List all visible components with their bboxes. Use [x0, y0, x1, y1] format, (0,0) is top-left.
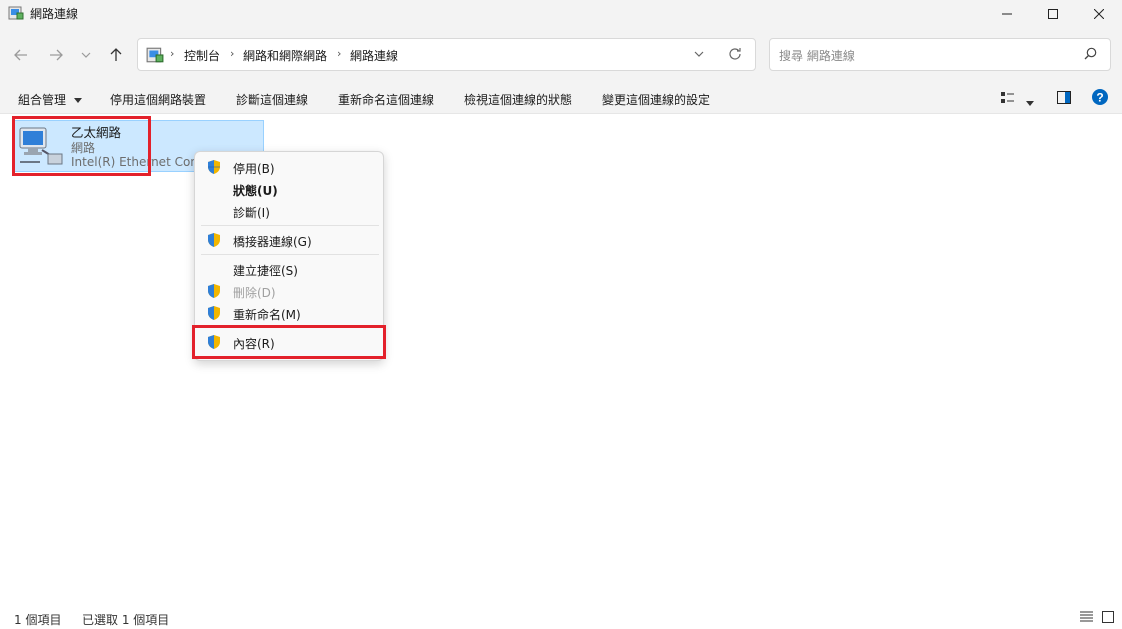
- search-placeholder: 搜尋 網路連線: [779, 49, 855, 63]
- uac-shield-icon: [208, 233, 220, 247]
- view-dropdown-button[interactable]: [1026, 95, 1034, 109]
- details-view-icon: [1080, 611, 1093, 622]
- large-icons-view-button[interactable]: [1102, 611, 1114, 626]
- chevron-down-icon: [81, 52, 91, 58]
- refresh-button[interactable]: [728, 47, 742, 65]
- arrow-left-icon: [14, 49, 27, 61]
- minimize-icon: [1002, 13, 1012, 15]
- explorer-window: 網路連線 › 控制台 › 網路和網際網路 › 網路連線 搜尋 網路連線 組合管理…: [0, 0, 1122, 629]
- view-options-icon: [1001, 92, 1014, 103]
- arrow-up-icon: [110, 48, 122, 61]
- network-connections-icon: [146, 47, 164, 63]
- menu-item-label: 重新命名(M): [233, 308, 301, 322]
- breadcrumb-control-panel[interactable]: 控制台: [184, 47, 220, 64]
- forward-button[interactable]: [44, 43, 68, 67]
- status-bar: 1 個項目 已選取 1 個項目: [0, 607, 1122, 629]
- up-button[interactable]: [104, 43, 128, 67]
- menu-item-label: 建立捷徑(S): [233, 264, 298, 278]
- title-bar: 網路連線: [0, 0, 1122, 28]
- maximize-button[interactable]: [1030, 0, 1076, 28]
- organize-label: 組合管理: [18, 93, 67, 107]
- caret-down-icon: [1026, 101, 1034, 106]
- details-view-button[interactable]: [1080, 611, 1093, 625]
- breadcrumb-network-connections[interactable]: 網路連線: [350, 47, 398, 64]
- breadcrumb-network-internet[interactable]: 網路和網際網路: [243, 47, 327, 64]
- command-bar: 組合管理 停用這個網路裝置 診斷這個連線 重新命名這個連線 檢視這個連線的狀態 …: [0, 82, 1122, 114]
- menu-separator: [201, 225, 379, 226]
- menu-item-label: 診斷(I): [233, 206, 270, 220]
- change-settings-button[interactable]: 變更這個連線的設定: [602, 91, 710, 108]
- preview-pane-icon: [1057, 91, 1071, 104]
- refresh-icon: [729, 48, 741, 60]
- preview-pane-button[interactable]: [1057, 91, 1071, 107]
- diagnose-button[interactable]: 診斷這個連線: [236, 91, 308, 108]
- uac-shield-icon: [208, 306, 220, 320]
- address-bar[interactable]: › 控制台 › 網路和網際網路 › 網路連線: [137, 38, 756, 71]
- menu-item-status[interactable]: 狀態(U): [195, 178, 383, 200]
- highlight-box-item: [12, 116, 151, 176]
- menu-item-diagnose[interactable]: 診斷(I): [195, 200, 383, 222]
- view-status-button[interactable]: 檢視這個連線的狀態: [464, 91, 572, 108]
- arrow-right-icon: [50, 49, 63, 61]
- help-icon: ?: [1092, 89, 1108, 105]
- menu-item-disable[interactable]: 停用(B): [195, 156, 383, 178]
- navigation-bar: › 控制台 › 網路和網際網路 › 網路連線 搜尋 網路連線: [0, 28, 1122, 82]
- rename-button[interactable]: 重新命名這個連線: [338, 91, 434, 108]
- search-box[interactable]: 搜尋 網路連線: [769, 38, 1111, 71]
- window-title: 網路連線: [30, 7, 79, 21]
- menu-item-rename[interactable]: 重新命名(M): [195, 302, 383, 324]
- uac-shield-icon: [208, 160, 220, 174]
- minimize-button[interactable]: [984, 0, 1030, 28]
- chevron-right-icon: ›: [230, 47, 235, 60]
- back-button[interactable]: [9, 43, 33, 67]
- menu-item-label: 狀態(U): [233, 184, 278, 198]
- menu-item-label: 橋接器連線(G): [233, 235, 312, 249]
- item-count: 1 個項目: [14, 613, 62, 627]
- close-button[interactable]: [1076, 0, 1122, 28]
- svg-text:?: ?: [1096, 91, 1103, 105]
- selected-count: 已選取 1 個項目: [82, 613, 170, 627]
- disable-device-button[interactable]: 停用這個網路裝置: [110, 91, 206, 108]
- close-icon: [1094, 9, 1104, 19]
- caret-down-icon: [73, 98, 82, 103]
- recent-locations-button[interactable]: [74, 43, 98, 67]
- menu-separator: [201, 254, 379, 255]
- network-connections-icon: [8, 6, 24, 20]
- highlight-box-properties: [192, 325, 386, 359]
- help-button[interactable]: ?: [1092, 89, 1108, 108]
- menu-item-delete[interactable]: 刪除(D): [195, 280, 383, 302]
- menu-item-label: 刪除(D): [233, 286, 276, 300]
- menu-item-label: 停用(B): [233, 162, 275, 176]
- chevron-right-icon: ›: [337, 47, 342, 60]
- menu-item-create-shortcut[interactable]: 建立捷徑(S): [195, 258, 383, 280]
- chevron-down-icon: [694, 51, 704, 57]
- organize-menu[interactable]: 組合管理: [18, 91, 82, 108]
- maximize-icon: [1048, 9, 1058, 19]
- chevron-right-icon: ›: [170, 47, 175, 60]
- large-icons-view-icon: [1102, 611, 1114, 623]
- search-icon: [1084, 47, 1097, 63]
- address-dropdown-button[interactable]: [694, 47, 704, 60]
- view-options-button[interactable]: [1001, 92, 1015, 107]
- menu-item-bridge[interactable]: 橋接器連線(G): [195, 229, 383, 251]
- uac-shield-icon: [208, 284, 220, 298]
